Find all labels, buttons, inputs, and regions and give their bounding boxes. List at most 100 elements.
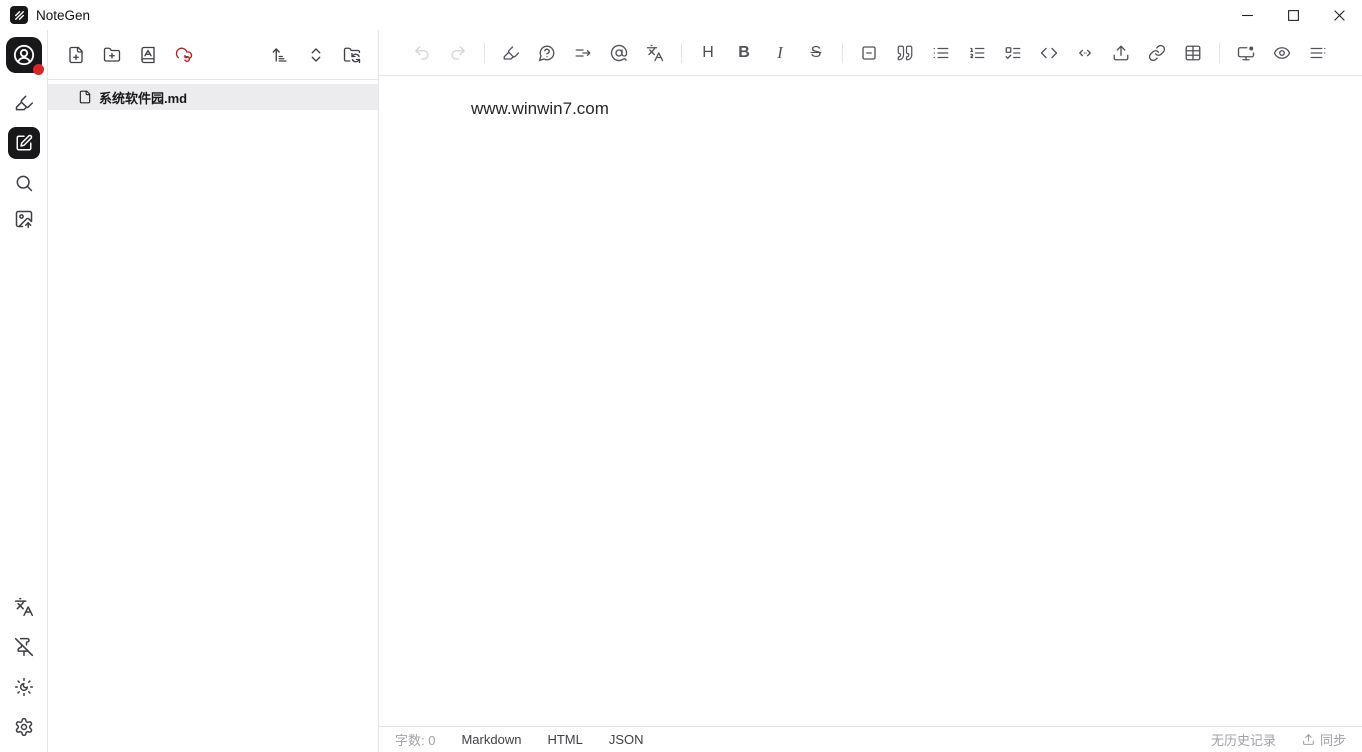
code-block-icon — [1079, 49, 1091, 56]
strikethrough-button[interactable]: S — [802, 39, 830, 67]
format-json-button[interactable]: JSON — [609, 732, 644, 747]
image-up-icon — [15, 210, 32, 229]
file-name: 系统软件园.md — [99, 90, 188, 106]
sidebar-item-record[interactable] — [10, 89, 38, 117]
undo-icon — [415, 45, 429, 60]
file-toolbar-left-group — [62, 41, 198, 69]
code-icon — [1040, 47, 1058, 58]
status-bar: 字数: 0 Markdown HTML JSON 无历史记录 同步 — [379, 726, 1362, 752]
editor-content[interactable]: www.winwin7.com — [379, 76, 1362, 726]
chevrons-up-down-icon — [311, 47, 321, 62]
folder-plus-icon — [103, 47, 121, 62]
app-logo-icon — [10, 6, 28, 24]
square-pen-icon — [16, 134, 32, 151]
continue-writing-button[interactable] — [569, 39, 597, 67]
maximize-button[interactable] — [1270, 0, 1316, 30]
search-icon — [16, 175, 32, 192]
close-button[interactable] — [1316, 0, 1362, 30]
cloud-sync-button[interactable] — [170, 41, 198, 69]
file-list: 系统软件园.md — [48, 80, 378, 752]
code-block-button[interactable] — [1071, 39, 1099, 67]
record-pen-icon — [15, 95, 33, 111]
new-file-button[interactable] — [62, 41, 90, 69]
format-html-button[interactable]: HTML — [547, 732, 582, 747]
outline-button[interactable] — [1304, 39, 1332, 67]
blockquote-button[interactable] — [891, 39, 919, 67]
settings-button[interactable] — [10, 713, 38, 741]
book-a-icon — [141, 46, 155, 63]
heading-button[interactable]: H — [694, 39, 722, 67]
sort-order-button[interactable] — [266, 41, 294, 69]
languages-icon — [14, 597, 33, 617]
pin-off-icon — [14, 637, 33, 657]
language-switch-button[interactable] — [10, 593, 38, 621]
list-icon — [933, 47, 949, 58]
sidebar — [0, 30, 48, 752]
link-button[interactable] — [1143, 39, 1171, 67]
window-controls — [1224, 0, 1362, 30]
titlebar: NoteGen — [0, 0, 1362, 30]
bullet-list-button[interactable] — [927, 39, 955, 67]
theme-toggle-button[interactable] — [10, 673, 38, 701]
editor-toolbar: H B I S — [379, 30, 1362, 76]
editor-pane: H B I S www.winwin7.com 字数: 0 Markdown H… — [378, 30, 1362, 752]
italic-button[interactable]: I — [766, 39, 794, 67]
list-todo-icon — [1005, 46, 1021, 59]
strikethrough-glyph: S — [810, 43, 822, 61]
eye-icon — [1273, 46, 1291, 59]
status-left-group: 字数: 0 Markdown HTML JSON — [395, 730, 644, 749]
sun-moon-icon — [14, 677, 33, 697]
bold-glyph: B — [738, 43, 750, 61]
table-button[interactable] — [1179, 39, 1207, 67]
horizontal-rule-button[interactable] — [855, 39, 883, 67]
file-item[interactable]: 系统软件园.md — [48, 84, 378, 110]
message-question-icon — [538, 45, 555, 61]
word-count: 字数: 0 — [395, 733, 436, 748]
ordered-list-button[interactable] — [963, 39, 991, 67]
sidebar-item-image-hosting[interactable] — [10, 205, 38, 233]
task-list-button[interactable] — [999, 39, 1027, 67]
preview-button[interactable] — [1268, 39, 1296, 67]
bold-button[interactable]: B — [730, 39, 758, 67]
ai-ask-button[interactable] — [533, 39, 561, 67]
expand-collapse-button[interactable] — [302, 41, 330, 69]
sidebar-item-search[interactable] — [10, 169, 38, 197]
app-title: NoteGen — [36, 7, 91, 23]
editor-text: www.winwin7.com — [471, 99, 609, 118]
quote-icon — [897, 45, 913, 60]
block-group — [855, 39, 1207, 67]
sync-button[interactable]: 同步 — [1302, 730, 1346, 749]
toolbar-separator — [1219, 42, 1220, 63]
file-panel-toolbar — [48, 30, 378, 80]
folder-switch-button[interactable] — [338, 41, 366, 69]
undo-button[interactable] — [408, 39, 436, 67]
status-right-group: 无历史记录 同步 — [1211, 730, 1346, 749]
toolbar-separator — [842, 42, 843, 63]
translate-button[interactable] — [641, 39, 669, 67]
new-folder-button[interactable] — [98, 41, 126, 69]
gear-icon — [15, 717, 32, 737]
table-icon — [1185, 45, 1201, 60]
user-avatar[interactable] — [5, 37, 44, 75]
minimize-button[interactable] — [1224, 0, 1270, 30]
pin-toggle-button[interactable] — [10, 633, 38, 661]
heading-glyph: H — [702, 43, 714, 61]
ai-search-button[interactable] — [605, 39, 633, 67]
file-plus-icon — [69, 46, 83, 63]
view-group — [1232, 39, 1332, 67]
format-markdown-button[interactable]: Markdown — [461, 732, 521, 747]
folder-sync-icon — [343, 47, 361, 63]
translate-icon — [646, 44, 664, 61]
redo-button[interactable] — [444, 39, 472, 67]
sidebar-item-write[interactable] — [7, 127, 40, 159]
sort-by-name-button[interactable] — [134, 41, 162, 69]
redo-icon — [451, 45, 465, 60]
presentation-button[interactable] — [1232, 39, 1260, 67]
inline-code-button[interactable] — [1035, 39, 1063, 67]
export-button[interactable] — [1107, 39, 1135, 67]
history-status: 无历史记录 — [1210, 733, 1276, 748]
sort-ascending-icon — [272, 47, 287, 62]
file-toolbar-right-group — [266, 41, 366, 69]
sidebar-bottom-group — [10, 593, 38, 741]
mark-pen-button[interactable] — [497, 39, 525, 67]
